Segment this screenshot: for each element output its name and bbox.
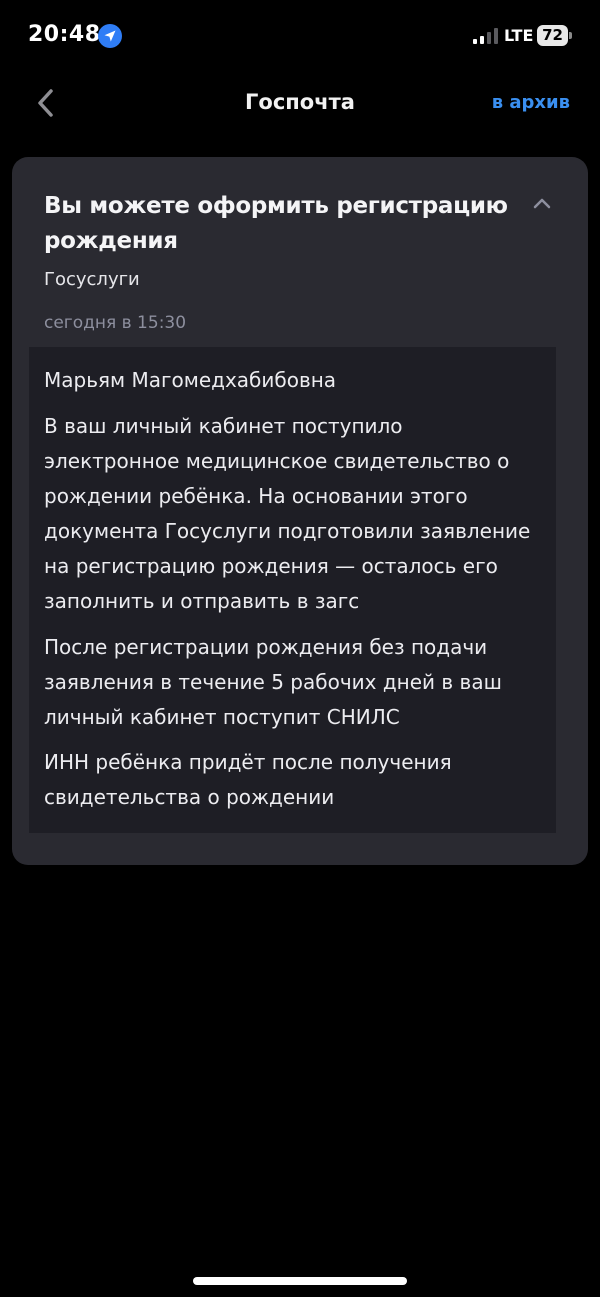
- status-bar: 20:48 LTE 72: [0, 0, 600, 72]
- location-arrow-icon: [98, 24, 122, 48]
- network-type-label: LTE: [504, 26, 534, 45]
- battery-icon: 72: [537, 25, 573, 46]
- battery-level: 72: [537, 25, 568, 46]
- message-body: Марьям Магомедхабибовна В ваш личный каб…: [29, 347, 556, 833]
- message-greeting: Марьям Магомедхабибовна: [44, 368, 337, 392]
- message-paragraph: В ваш личный кабинет поступило электронн…: [44, 414, 531, 613]
- archive-button[interactable]: в архив: [492, 90, 570, 116]
- message-paragraph: ИНН ребёнка придёт после получения свиде…: [44, 750, 452, 809]
- status-time: 20:48: [28, 22, 101, 47]
- battery-cap: [569, 32, 572, 39]
- chevron-up-icon[interactable]: [530, 193, 554, 213]
- signal-bars-icon: [473, 28, 498, 44]
- message-card: Вы можете оформить регистрацию рождения …: [12, 157, 588, 865]
- message-paragraph: После регистрации рождения без подачи за…: [44, 635, 502, 729]
- home-indicator[interactable]: [193, 1277, 407, 1285]
- message-title: Вы можете оформить регистрацию рождения: [44, 193, 508, 254]
- message-sender: Госуслуги: [44, 269, 140, 290]
- message-timestamp: сегодня в 15:30: [44, 313, 187, 333]
- navigation-header: Госпочта в архив: [0, 76, 600, 130]
